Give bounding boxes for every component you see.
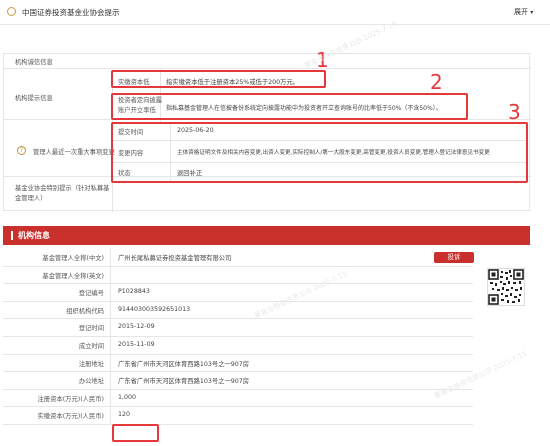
org-row-value: 广州长尾私募证券投资基金管理有限公司 [118, 255, 232, 262]
row-divider [3, 424, 473, 425]
org-row-value: 广东省广州市天河区体育西路103号之一907房 [118, 360, 250, 368]
org-row-label: 登记编号 [78, 290, 104, 298]
org-row-value: 2015-11-09 [118, 341, 155, 348]
tip-row-label: 机构提示信息 [15, 95, 53, 102]
org-row-label: 基金管理人全称(中文) [42, 255, 104, 262]
highlight-box-1 [111, 70, 326, 88]
org-row-label: 实缴资本(万元)(人民币) [37, 413, 105, 421]
tip-row-label: 管理人最近一次重大事项变更 [33, 149, 115, 156]
qr-code [487, 268, 525, 306]
highlight-box-paid-capital [112, 424, 159, 442]
bell-icon [7, 7, 16, 16]
tip-row-label: 机构诚信信息 [15, 59, 53, 66]
section-header: 机构信息 [3, 226, 530, 245]
question-circle-icon[interactable]: ? [17, 146, 26, 155]
annotation-number-3: 3 [508, 100, 521, 124]
tip-row-label: 基金业协会特别提示（针对私募基金管理人） [15, 185, 110, 202]
row-divider [3, 388, 473, 390]
complaint-label: 投诉 [447, 253, 461, 261]
org-row-label: 办公地址 [78, 378, 104, 386]
org-row-value: 2015-12-09 [118, 323, 155, 331]
org-row-value: 广东省广州市天河区体育西路103号之一907房 [118, 378, 250, 386]
org-row-label: 基金管理人全称(英文) [42, 272, 104, 280]
column-divider [110, 248, 111, 424]
expand-button[interactable]: 展开 ▾ [514, 7, 533, 17]
row-divider [3, 406, 473, 408]
org-row-value: 1,000 [118, 393, 137, 401]
section-title: 机构信息 [18, 231, 50, 240]
row-divider [3, 318, 473, 320]
complaint-button[interactable]: 投诉 [434, 252, 474, 263]
highlight-box-2 [111, 93, 468, 120]
row-divider [3, 336, 473, 337]
chevron-down-icon: ▾ [530, 9, 534, 16]
org-row-label: 注册地址 [78, 360, 104, 368]
row-divider [3, 300, 473, 302]
expand-label: 展开 [514, 8, 528, 16]
org-row-label: 成立时间 [78, 343, 104, 350]
org-row-value: 120 [118, 411, 131, 419]
highlight-box-3 [111, 122, 528, 183]
org-row-value: 914403003592651013 [118, 305, 191, 313]
row-divider [3, 371, 473, 373]
watermark: 基金业协会信息公示 2025-7-15 [253, 269, 349, 321]
org-row-label: 组织机构代码 [66, 307, 104, 315]
watermark: 基金业协会信息公示 2025-7-15 [433, 349, 529, 401]
header-bar: 中国证券投资基金业协会提示 展开 ▾ [0, 0, 550, 25]
section-marker [11, 231, 13, 240]
row-divider [3, 283, 473, 285]
org-row-value: P1028843 [118, 288, 150, 296]
row-divider [3, 353, 473, 355]
annotation-number-2: 2 [430, 70, 443, 94]
row-divider [3, 265, 473, 267]
org-row-label: 登记时间 [78, 325, 104, 333]
org-row-label: 注册资本(万元)(人民币) [37, 395, 105, 403]
page-title: 中国证券投资基金业协会提示 [22, 8, 120, 17]
qr-code-graphic [488, 269, 524, 305]
